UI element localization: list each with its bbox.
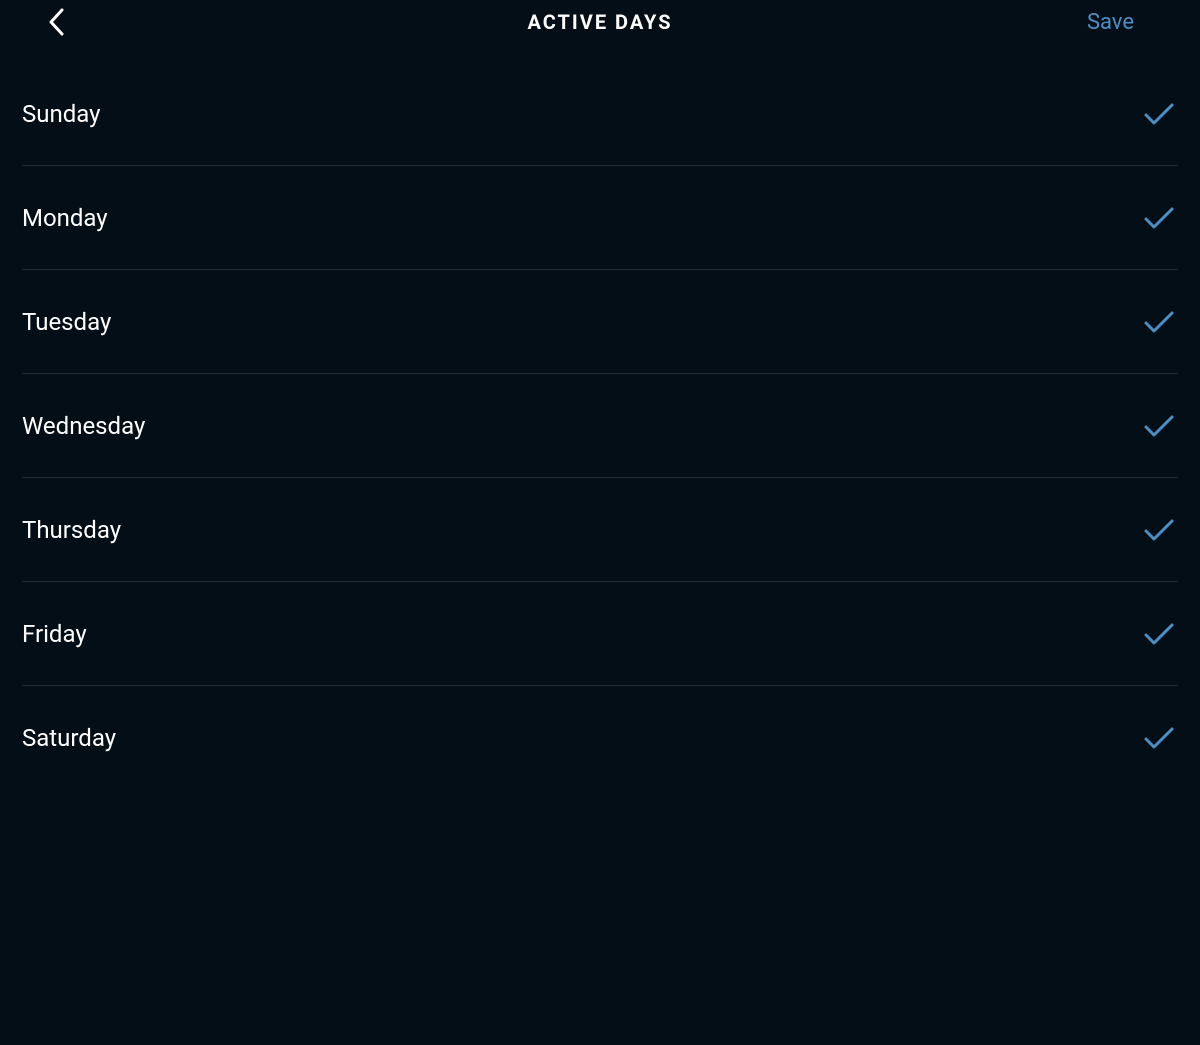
list-item-wednesday[interactable]: Wednesday bbox=[22, 374, 1178, 478]
check-icon bbox=[1144, 622, 1178, 646]
list-item-label: Friday bbox=[22, 620, 87, 648]
check-icon bbox=[1144, 102, 1178, 126]
list-item-label: Sunday bbox=[22, 100, 101, 128]
list-item-label: Thursday bbox=[22, 516, 121, 544]
days-list: Sunday Monday Tuesday Wednesday bbox=[0, 62, 1200, 790]
list-item-saturday[interactable]: Saturday bbox=[22, 686, 1178, 790]
list-item-thursday[interactable]: Thursday bbox=[22, 478, 1178, 582]
list-item-label: Tuesday bbox=[22, 308, 111, 336]
list-item-label: Saturday bbox=[22, 724, 116, 752]
check-icon bbox=[1144, 414, 1178, 438]
header: ACTIVE DAYS Save bbox=[0, 0, 1200, 44]
page-title: ACTIVE DAYS bbox=[527, 10, 672, 34]
back-button[interactable] bbox=[48, 8, 66, 36]
list-item-label: Monday bbox=[22, 204, 108, 232]
check-icon bbox=[1144, 206, 1178, 230]
list-item-label: Wednesday bbox=[22, 412, 145, 440]
check-icon bbox=[1144, 310, 1178, 334]
chevron-left-icon bbox=[48, 8, 66, 36]
list-item-monday[interactable]: Monday bbox=[22, 166, 1178, 270]
check-icon bbox=[1144, 726, 1178, 750]
list-item-tuesday[interactable]: Tuesday bbox=[22, 270, 1178, 374]
save-button[interactable]: Save bbox=[1087, 10, 1152, 35]
check-icon bbox=[1144, 518, 1178, 542]
list-item-sunday[interactable]: Sunday bbox=[22, 62, 1178, 166]
list-item-friday[interactable]: Friday bbox=[22, 582, 1178, 686]
